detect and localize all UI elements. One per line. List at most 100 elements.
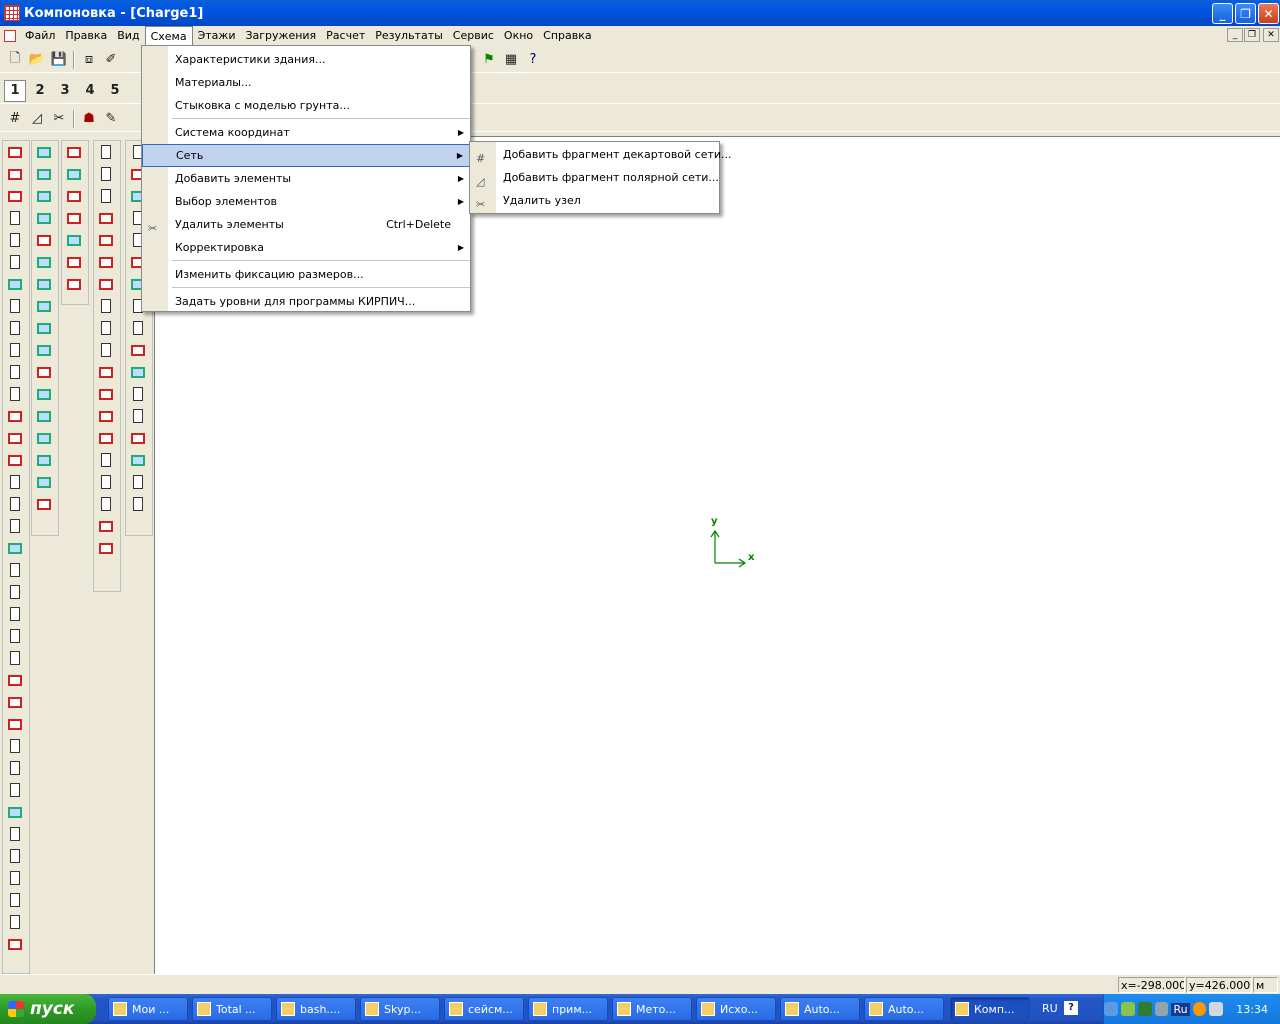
mdi-restore-button[interactable]: ❐ — [1244, 28, 1260, 42]
tray-browser-icon[interactable] — [1192, 1002, 1207, 1016]
menu-results[interactable]: Результаты — [370, 26, 448, 45]
tool-button-icon[interactable] — [3, 647, 27, 669]
tray-device-icon[interactable] — [1154, 1002, 1169, 1016]
task-skype[interactable]: Skyp... — [360, 997, 440, 1021]
task-word-2[interactable]: Мето... — [612, 997, 692, 1021]
tool-button-icon[interactable] — [3, 933, 27, 955]
menu-item-brick-levels[interactable]: Задать уровни для программы КИРПИЧ... — [142, 290, 470, 313]
tool-button-icon[interactable] — [3, 823, 27, 845]
tool-button-icon[interactable] — [94, 449, 118, 471]
tool-button-icon[interactable] — [94, 229, 118, 251]
menu-item-dimension-fixation[interactable]: Изменить фиксацию размеров... — [142, 263, 470, 286]
language-indicator[interactable]: RU — [1042, 1002, 1058, 1015]
tool-button-icon[interactable] — [3, 185, 27, 207]
tool-button-icon[interactable] — [62, 273, 86, 295]
tool-button-icon[interactable] — [62, 163, 86, 185]
tool-button-icon[interactable] — [3, 141, 27, 163]
tool-button-icon[interactable] — [126, 493, 150, 515]
menu-service[interactable]: Сервис — [448, 26, 499, 45]
help-icon[interactable]: ? — [1064, 1001, 1078, 1015]
menu-item-soil-model[interactable]: Стыковка с моделью грунта... — [142, 94, 470, 117]
mdi-close-button[interactable]: ✕ — [1263, 28, 1279, 42]
tool-button-icon[interactable] — [3, 911, 27, 933]
tool-button-icon[interactable] — [3, 691, 27, 713]
minimize-button[interactable]: _ — [1212, 3, 1233, 24]
tool-button-icon[interactable] — [32, 207, 56, 229]
tool-button-icon[interactable] — [126, 449, 150, 471]
tool-button-icon[interactable] — [3, 163, 27, 185]
menu-loads[interactable]: Загружения — [240, 26, 321, 45]
tool-button-icon[interactable] — [94, 207, 118, 229]
task-word-1[interactable]: прим... — [528, 997, 608, 1021]
tool-button-icon[interactable] — [94, 493, 118, 515]
menu-floors[interactable]: Этажи — [193, 26, 241, 45]
menu-help[interactable]: Справка — [538, 26, 596, 45]
tool-button-icon[interactable] — [3, 515, 27, 537]
menu-item-materials[interactable]: Материалы... — [142, 71, 470, 94]
menu-file[interactable]: Файл — [20, 26, 60, 45]
tool-button-icon[interactable] — [62, 229, 86, 251]
tool-button-icon[interactable] — [3, 493, 27, 515]
tray-network-icon[interactable] — [1120, 1002, 1135, 1016]
task-browser[interactable]: bash.... — [276, 997, 356, 1021]
tool-button-icon[interactable] — [3, 625, 27, 647]
tool-button-icon[interactable] — [62, 251, 86, 273]
tool-button-icon[interactable] — [3, 273, 27, 295]
flag-icon[interactable]: ⚑ — [478, 49, 500, 71]
menu-schema[interactable]: Схема — [144, 26, 193, 45]
menu-item-building-characteristics[interactable]: Характеристики здания... — [142, 48, 470, 71]
tray-arrow-icon[interactable] — [1104, 1002, 1118, 1016]
menu-item-correction[interactable]: Корректировка ▶ — [142, 236, 470, 259]
tool-button-icon[interactable] — [3, 361, 27, 383]
tool-button-icon[interactable] — [3, 229, 27, 251]
open-folder-icon[interactable]: 📂 — [26, 49, 48, 71]
cartesian-grid-icon[interactable]: # — [4, 108, 26, 130]
task-my-documents[interactable]: Мои ... — [108, 997, 188, 1021]
tool-button-icon[interactable] — [3, 713, 27, 735]
tool-button-icon[interactable] — [126, 471, 150, 493]
tool-button-icon[interactable] — [94, 141, 118, 163]
tool-button-icon[interactable] — [3, 801, 27, 823]
tool-button-icon[interactable] — [94, 471, 118, 493]
tray-security-icon[interactable] — [1137, 1002, 1152, 1016]
tool-button-icon[interactable] — [3, 559, 27, 581]
task-word-3[interactable]: Исхо... — [696, 997, 776, 1021]
menu-item-select-elements[interactable]: Выбор элементов ▶ — [142, 190, 470, 213]
tool-button-icon[interactable] — [94, 317, 118, 339]
tool-button-icon[interactable] — [32, 229, 56, 251]
tool-button-icon[interactable] — [32, 295, 56, 317]
task-total-commander[interactable]: Total ... — [192, 997, 272, 1021]
new-file-icon[interactable]: 🗋 — [4, 49, 26, 71]
tool-button-icon[interactable] — [3, 251, 27, 273]
tool-button-icon[interactable] — [94, 273, 118, 295]
tool-button-icon[interactable] — [94, 383, 118, 405]
tool-button-icon[interactable] — [94, 405, 118, 427]
menu-item-coordinate-system[interactable]: Система координат ▶ — [142, 121, 470, 144]
tool-button-icon[interactable] — [32, 427, 56, 449]
table-icon[interactable]: ▦ — [500, 49, 522, 71]
floor-button-5[interactable]: 5 — [104, 80, 126, 102]
delete-node-icon[interactable]: ✂ — [48, 108, 70, 130]
tool-button-icon[interactable] — [32, 141, 56, 163]
edit-icon[interactable]: ✎ — [100, 108, 122, 130]
tool-button-icon[interactable] — [62, 185, 86, 207]
floor-button-2[interactable]: 2 — [29, 80, 51, 102]
tool-button-icon[interactable] — [32, 471, 56, 493]
tool-button-icon[interactable] — [3, 339, 27, 361]
tool-button-icon[interactable] — [3, 471, 27, 493]
tool-button-icon[interactable] — [3, 867, 27, 889]
menu-item-add-polar-grid[interactable]: ◿ Добавить фрагмент полярной сети... — [470, 166, 719, 189]
tool-button-icon[interactable] — [32, 383, 56, 405]
tool-button-icon[interactable] — [32, 449, 56, 471]
menu-item-add-elements[interactable]: Добавить элементы ▶ — [142, 167, 470, 190]
tool-button-icon[interactable] — [32, 163, 56, 185]
mdi-minimize-button[interactable]: _ — [1227, 28, 1243, 42]
start-button[interactable]: пуск — [0, 994, 96, 1024]
tray-ime-indicator[interactable]: Ru — [1171, 1002, 1190, 1016]
tool-button-icon[interactable] — [3, 207, 27, 229]
tool-button-icon[interactable] — [126, 361, 150, 383]
tool-button-icon[interactable] — [3, 735, 27, 757]
tool-button-icon[interactable] — [94, 427, 118, 449]
menu-calc[interactable]: Расчет — [321, 26, 370, 45]
menu-item-delete-node[interactable]: ✂ Удалить узел — [470, 189, 719, 212]
